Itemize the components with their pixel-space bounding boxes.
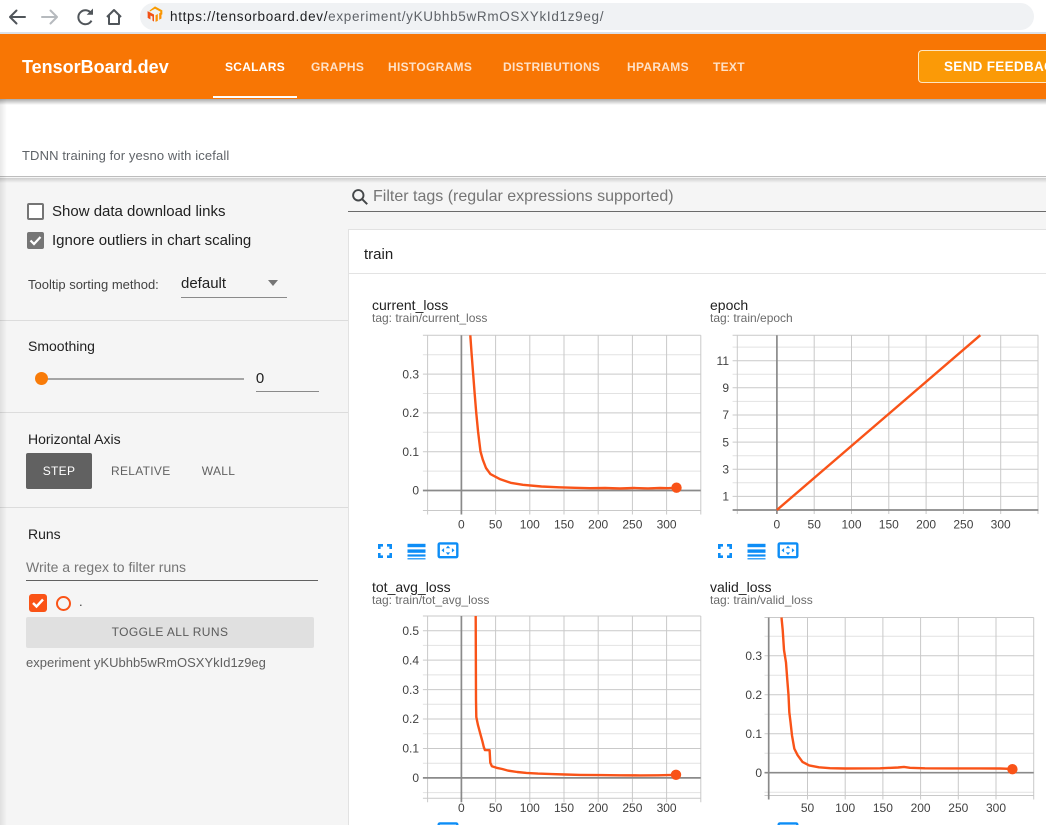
svg-text:0: 0 (458, 801, 465, 815)
svg-text:9: 9 (722, 381, 729, 395)
svg-text:300: 300 (657, 518, 677, 532)
svg-text:50: 50 (801, 801, 815, 815)
svg-text:5: 5 (722, 435, 729, 449)
svg-text:200: 200 (588, 801, 608, 815)
svg-text:0.3: 0.3 (402, 683, 419, 697)
svg-text:100: 100 (520, 801, 540, 815)
svg-text:100: 100 (520, 518, 540, 532)
svg-text:50: 50 (808, 518, 822, 532)
svg-text:1: 1 (722, 490, 729, 504)
svg-text:250: 250 (953, 518, 973, 532)
svg-text:0: 0 (755, 766, 762, 780)
svg-text:250: 250 (622, 801, 642, 815)
svg-text:300: 300 (657, 801, 677, 815)
svg-text:150: 150 (554, 518, 574, 532)
svg-text:200: 200 (588, 518, 608, 532)
svg-text:150: 150 (873, 801, 893, 815)
svg-text:0.3: 0.3 (745, 649, 762, 663)
svg-text:0.2: 0.2 (745, 688, 762, 702)
svg-text:0.1: 0.1 (745, 727, 762, 741)
svg-text:3: 3 (722, 463, 729, 477)
svg-text:0.2: 0.2 (402, 406, 419, 420)
svg-text:100: 100 (841, 518, 861, 532)
svg-text:0.1: 0.1 (402, 742, 419, 756)
svg-text:300: 300 (991, 518, 1011, 532)
svg-text:250: 250 (948, 801, 968, 815)
svg-text:0: 0 (774, 518, 781, 532)
svg-text:150: 150 (554, 801, 574, 815)
svg-text:200: 200 (916, 518, 936, 532)
svg-text:100: 100 (835, 801, 855, 815)
svg-text:0.4: 0.4 (402, 653, 419, 667)
svg-text:0.3: 0.3 (402, 367, 419, 381)
svg-text:7: 7 (722, 408, 729, 422)
svg-text:50: 50 (489, 518, 503, 532)
svg-text:250: 250 (622, 518, 642, 532)
svg-text:300: 300 (986, 801, 1006, 815)
svg-text:150: 150 (879, 518, 899, 532)
svg-text:0.1: 0.1 (402, 445, 419, 459)
svg-text:0: 0 (412, 484, 419, 498)
svg-text:0.5: 0.5 (402, 624, 419, 638)
svg-text:11: 11 (717, 354, 730, 368)
svg-text:200: 200 (911, 801, 931, 815)
svg-text:0: 0 (412, 771, 419, 785)
svg-text:50: 50 (489, 801, 503, 815)
svg-text:0: 0 (458, 518, 465, 532)
svg-text:0.2: 0.2 (402, 712, 419, 726)
